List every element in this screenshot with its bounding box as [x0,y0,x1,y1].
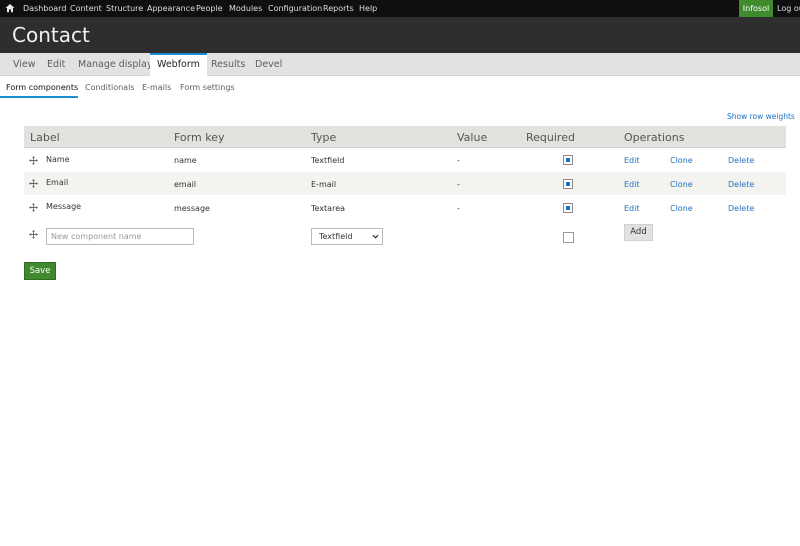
column-header-operations: Operations [624,131,685,144]
logout-link[interactable]: Log out [777,3,800,14]
component-label: Email [46,178,69,187]
add-button[interactable]: Add [624,224,653,241]
table-row: Email email E-mail - Edit Clone Delete [24,172,786,195]
tab-view[interactable]: View [13,53,36,76]
clone-link[interactable]: Clone [670,204,693,214]
page-header: Contact [0,17,800,53]
tab-webform[interactable]: Webform [150,53,207,77]
subtab-form-settings[interactable]: Form settings [180,83,235,93]
subtab-emails[interactable]: E-mails [142,83,171,93]
toolbar-item-help[interactable]: Help [359,3,377,14]
component-value: - [457,156,460,165]
user-account-button[interactable]: Infosol [739,0,773,17]
component-type: Textarea [311,204,346,213]
toolbar-item-content[interactable]: Content [70,3,102,14]
toolbar-item-modules[interactable]: Modules [229,3,262,14]
component-type-select[interactable]: Textfield [311,228,383,245]
delete-link[interactable]: Delete [728,180,754,190]
component-form-key: message [174,204,210,213]
drag-handle-icon[interactable] [29,230,38,239]
tab-edit[interactable]: Edit [47,53,65,76]
delete-link[interactable]: Delete [728,204,754,214]
toolbar-item-dashboard[interactable]: Dashboard [23,3,66,14]
subtab-conditionals[interactable]: Conditionals [85,83,134,93]
component-form-key: name [174,156,197,165]
show-row-weights-link[interactable]: Show row weights [727,112,795,121]
active-subtab-indicator [0,96,78,98]
tab-results[interactable]: Results [211,53,245,76]
component-type: E-mail [311,180,337,189]
column-header-value: Value [457,131,488,144]
drag-handle-icon[interactable] [29,203,38,212]
clone-link[interactable]: Clone [670,156,693,166]
toolbar-item-reports[interactable]: Reports [323,3,354,14]
drag-handle-icon[interactable] [29,156,38,165]
component-form-key: email [174,180,197,189]
page-title: Contact [12,23,90,47]
delete-link[interactable]: Delete [728,156,754,166]
secondary-tabs: Form components Conditionals E-mails For… [0,76,800,100]
primary-tabs: View Edit Manage display Webform Results… [0,53,800,77]
new-component-required-checkbox[interactable] [563,232,574,243]
required-checkbox[interactable] [563,203,573,213]
component-label: Name [46,155,70,164]
edit-link[interactable]: Edit [624,204,640,214]
component-type-select-value: Textfield [319,232,353,241]
tab-devel[interactable]: Devel [255,53,282,76]
column-header-type: Type [311,131,337,144]
component-value: - [457,180,460,189]
table-header: Label Form key Type Value Required Opera… [24,126,786,148]
component-type: Textfield [311,156,345,165]
column-header-required: Required [526,131,575,144]
table-row: Name name Textfield - Edit Clone Delete [24,149,786,172]
new-component-name-input[interactable] [46,228,194,245]
component-value: - [457,204,460,213]
save-button[interactable]: Save [24,262,56,280]
column-header-label: Label [30,131,60,144]
toolbar-item-configuration[interactable]: Configuration [268,3,322,14]
chevron-down-icon [372,234,379,239]
toolbar-item-structure[interactable]: Structure [106,3,143,14]
toolbar-item-people[interactable]: People [196,3,223,14]
required-checkbox[interactable] [563,179,573,189]
toolbar-item-appearance[interactable]: Appearance [147,3,195,14]
drag-handle-icon[interactable] [29,179,38,188]
tab-manage-display[interactable]: Manage display [78,53,153,76]
subtab-form-components[interactable]: Form components [6,83,78,93]
edit-link[interactable]: Edit [624,156,640,166]
table-row: Message message Textarea - Edit Clone De… [24,196,786,219]
clone-link[interactable]: Clone [670,180,693,190]
required-checkbox[interactable] [563,155,573,165]
column-header-form-key: Form key [174,131,225,144]
edit-link[interactable]: Edit [624,180,640,190]
admin-toolbar: Dashboard Content Structure Appearance P… [0,0,800,17]
home-icon[interactable] [5,3,15,13]
component-label: Message [46,202,82,211]
